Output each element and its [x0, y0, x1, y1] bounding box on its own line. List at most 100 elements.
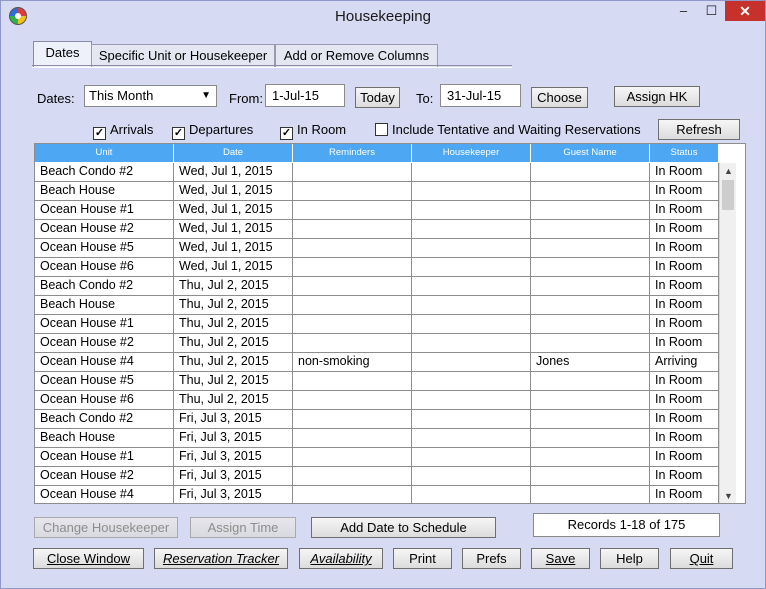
title-bar[interactable]: Housekeeping – ☐ ✕ [1, 1, 765, 31]
table-cell [531, 163, 650, 182]
table-cell: Arriving [650, 353, 719, 372]
reservation-tracker-label: Reservation Tracker [162, 551, 280, 566]
column-header-status[interactable]: Status [650, 144, 719, 162]
table-row[interactable]: Ocean House #2 Wed, Jul 1, 2015 In Room [35, 220, 719, 239]
table-cell [412, 163, 531, 182]
table-cell [293, 429, 412, 448]
table-cell [531, 410, 650, 429]
column-header-unit[interactable]: Unit [35, 144, 174, 162]
print-button[interactable]: Print [393, 548, 452, 569]
column-header-guest-name[interactable]: Guest Name [531, 144, 650, 162]
column-header-reminders[interactable]: Reminders [293, 144, 412, 162]
table-cell [293, 182, 412, 201]
table-cell: In Room [650, 334, 719, 353]
include-tentative-checkbox[interactable]: Include Tentative and Waiting Reservatio… [375, 123, 641, 139]
table-cell [293, 410, 412, 429]
tab-dates[interactable]: Dates [33, 41, 92, 68]
table-cell: Wed, Jul 1, 2015 [174, 220, 293, 239]
minimize-icon[interactable]: – [669, 1, 698, 21]
table-row[interactable]: Beach Condo #2 Thu, Jul 2, 2015 In Room [35, 277, 719, 296]
scroll-up-icon[interactable]: ▲ [720, 163, 737, 179]
table-row[interactable]: Ocean House #6 Wed, Jul 1, 2015 In Room [35, 258, 719, 277]
window-client: Dates Specific Unit or Housekeeper Add o… [9, 31, 757, 582]
table-cell: In Room [650, 315, 719, 334]
refresh-button[interactable]: Refresh [658, 119, 740, 140]
maximize-icon[interactable]: ☐ [698, 1, 725, 21]
table-row[interactable]: Ocean House #4 Fri, Jul 3, 2015 In Room [35, 486, 719, 503]
table-cell [293, 220, 412, 239]
table-cell: Ocean House #2 [35, 334, 174, 353]
availability-button[interactable]: Availability [299, 548, 383, 569]
table-cell: Beach Condo #2 [35, 410, 174, 429]
close-window-button[interactable]: Close Window [33, 548, 144, 569]
scroll-thumb[interactable] [722, 180, 734, 210]
table-row[interactable]: Ocean House #1 Wed, Jul 1, 2015 In Room [35, 201, 719, 220]
table-cell: Ocean House #5 [35, 372, 174, 391]
table-cell [293, 448, 412, 467]
from-date-input[interactable]: 1-Jul-15 [265, 84, 345, 107]
quit-button[interactable]: Quit [670, 548, 733, 569]
table-cell [531, 201, 650, 220]
in-room-checkbox[interactable]: ✓ In Room [280, 123, 346, 140]
reservation-tracker-button[interactable]: Reservation Tracker [154, 548, 288, 569]
table-cell: Ocean House #6 [35, 258, 174, 277]
include-tentative-label: Include Tentative and Waiting Reservatio… [392, 122, 641, 137]
table-cell [293, 391, 412, 410]
arrivals-checkbox[interactable]: ✓ Arrivals [93, 123, 153, 140]
table-row[interactable]: Beach House Thu, Jul 2, 2015 In Room [35, 296, 719, 315]
table-cell [531, 220, 650, 239]
add-date-to-schedule-button[interactable]: Add Date to Schedule [311, 517, 496, 538]
table-row[interactable]: Beach House Fri, Jul 3, 2015 In Room [35, 429, 719, 448]
records-count: Records 1-18 of 175 [533, 513, 720, 537]
to-date-input[interactable]: 31-Jul-15 [440, 84, 521, 107]
today-button[interactable]: Today [355, 87, 400, 108]
table-cell: In Room [650, 372, 719, 391]
table-cell [531, 391, 650, 410]
departures-checkbox[interactable]: ✓ Departures [172, 123, 253, 140]
table-cell [293, 258, 412, 277]
table-cell: In Room [650, 201, 719, 220]
table-cell [531, 182, 650, 201]
table-row[interactable]: Ocean House #5 Thu, Jul 2, 2015 In Room [35, 372, 719, 391]
table-cell: In Room [650, 277, 719, 296]
table-row[interactable]: Ocean House #2 Fri, Jul 3, 2015 In Room [35, 467, 719, 486]
assign-time-button[interactable]: Assign Time [190, 517, 296, 538]
help-button[interactable]: Help [600, 548, 659, 569]
scroll-down-icon[interactable]: ▼ [720, 488, 737, 503]
table-cell: In Room [650, 410, 719, 429]
table-row[interactable]: Ocean House #1 Fri, Jul 3, 2015 In Room [35, 448, 719, 467]
table-cell: Ocean House #1 [35, 315, 174, 334]
table-row[interactable]: Ocean House #5 Wed, Jul 1, 2015 In Room [35, 239, 719, 258]
choose-button[interactable]: Choose [531, 87, 588, 108]
change-housekeeper-button[interactable]: Change Housekeeper [34, 517, 178, 538]
table-cell: Thu, Jul 2, 2015 [174, 353, 293, 372]
assign-hk-button[interactable]: Assign HK [614, 86, 700, 107]
save-button[interactable]: Save [531, 548, 590, 569]
table-row[interactable]: Beach Condo #2 Wed, Jul 1, 2015 In Room [35, 163, 719, 182]
dates-select[interactable]: This Month ▼ [84, 85, 217, 107]
table-cell [293, 334, 412, 353]
column-header-housekeeper[interactable]: Housekeeper [412, 144, 531, 162]
table-row[interactable]: Ocean House #6 Thu, Jul 2, 2015 In Room [35, 391, 719, 410]
table-cell: Wed, Jul 1, 2015 [174, 182, 293, 201]
table-cell [531, 239, 650, 258]
column-header-date[interactable]: Date [174, 144, 293, 162]
window-title: Housekeeping [335, 8, 431, 25]
table-row[interactable]: Ocean House #1 Thu, Jul 2, 2015 In Room [35, 315, 719, 334]
table-row[interactable]: Beach Condo #2 Fri, Jul 3, 2015 In Room [35, 410, 719, 429]
table-cell [531, 334, 650, 353]
table-cell: In Room [650, 486, 719, 503]
vertical-scrollbar[interactable]: ▲ ▼ [719, 163, 737, 503]
table-cell: Fri, Jul 3, 2015 [174, 410, 293, 429]
prefs-button[interactable]: Prefs [462, 548, 521, 569]
table-cell: Beach House [35, 429, 174, 448]
table-cell: In Room [650, 429, 719, 448]
table-row[interactable]: Ocean House #2 Thu, Jul 2, 2015 In Room [35, 334, 719, 353]
table-cell: In Room [650, 163, 719, 182]
close-icon[interactable]: ✕ [725, 1, 765, 21]
table-cell: non-smoking [293, 353, 412, 372]
table-cell [412, 182, 531, 201]
table-cell [293, 239, 412, 258]
table-row[interactable]: Ocean House #4 Thu, Jul 2, 2015 non-smokin… [35, 353, 719, 372]
table-row[interactable]: Beach House Wed, Jul 1, 2015 In Room [35, 182, 719, 201]
